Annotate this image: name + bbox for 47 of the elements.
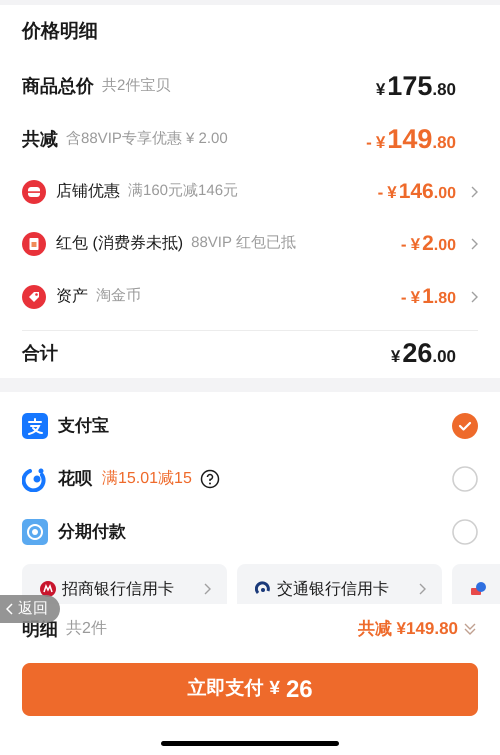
price: - ¥149.80 (366, 123, 456, 156)
payment-label: 分期付款 (58, 520, 126, 543)
radio-button[interactable] (452, 518, 478, 544)
bank-card-option[interactable]: 交通银行信用卡 (237, 564, 442, 604)
price: - ¥2.00 (400, 230, 456, 257)
payment-label: 支付宝 (58, 414, 109, 437)
price: - ¥1.80 (400, 284, 456, 310)
help-icon[interactable] (200, 468, 220, 488)
payment-label: 花呗 (58, 468, 92, 490)
chevron-right-icon (470, 238, 478, 250)
row-label: 商品总价 (22, 75, 94, 98)
shop-icon (22, 180, 46, 204)
section-title: 价格明细 (22, 20, 98, 44)
row-label: 店铺优惠 (56, 182, 120, 202)
row-label: 红包 (消费券未抵) (56, 234, 184, 254)
double-chevron-icon[interactable] (462, 621, 478, 637)
selected-radio[interactable] (452, 412, 478, 438)
row-label: 资产 (56, 286, 88, 306)
radio-button[interactable] (452, 466, 478, 492)
bank-icon (470, 581, 486, 597)
price: ¥26.00 (390, 336, 456, 370)
total-label: 合计 (22, 342, 58, 364)
row-note: 含88VIP专享优惠 ¥ 2.00 (66, 129, 228, 150)
bank-icon (40, 581, 56, 597)
row-note: 淘金币 (96, 286, 141, 306)
wallet-app-icon (22, 412, 48, 438)
item-count: 共2件 (66, 618, 107, 639)
promo-text: 满15.01减15 (102, 468, 192, 488)
envelope-icon (22, 232, 46, 256)
swirl-icon (22, 466, 48, 492)
row-label: 共减 (22, 128, 58, 151)
payment-option[interactable]: 花呗 满15.01减15 (22, 452, 478, 505)
price: ¥175.80 (376, 70, 456, 104)
row-note: 满160元减146元 (128, 181, 238, 202)
installment-icon (22, 518, 48, 544)
row-note: 88VIP 红包已抵 (191, 233, 296, 254)
chevron-left-icon (6, 603, 14, 615)
payment-option[interactable]: 支付宝 (22, 399, 478, 452)
chevron-right-icon (203, 583, 211, 595)
chevron-right-icon (470, 290, 478, 302)
bank-icon (255, 581, 271, 597)
payment-option[interactable]: 分期付款 (22, 505, 478, 558)
chevron-right-icon (470, 186, 478, 198)
chevron-right-icon (418, 583, 426, 595)
tag-icon (22, 284, 46, 308)
row-note: 共2件宝贝 (102, 76, 170, 96)
price: - ¥146.00 (378, 178, 456, 205)
